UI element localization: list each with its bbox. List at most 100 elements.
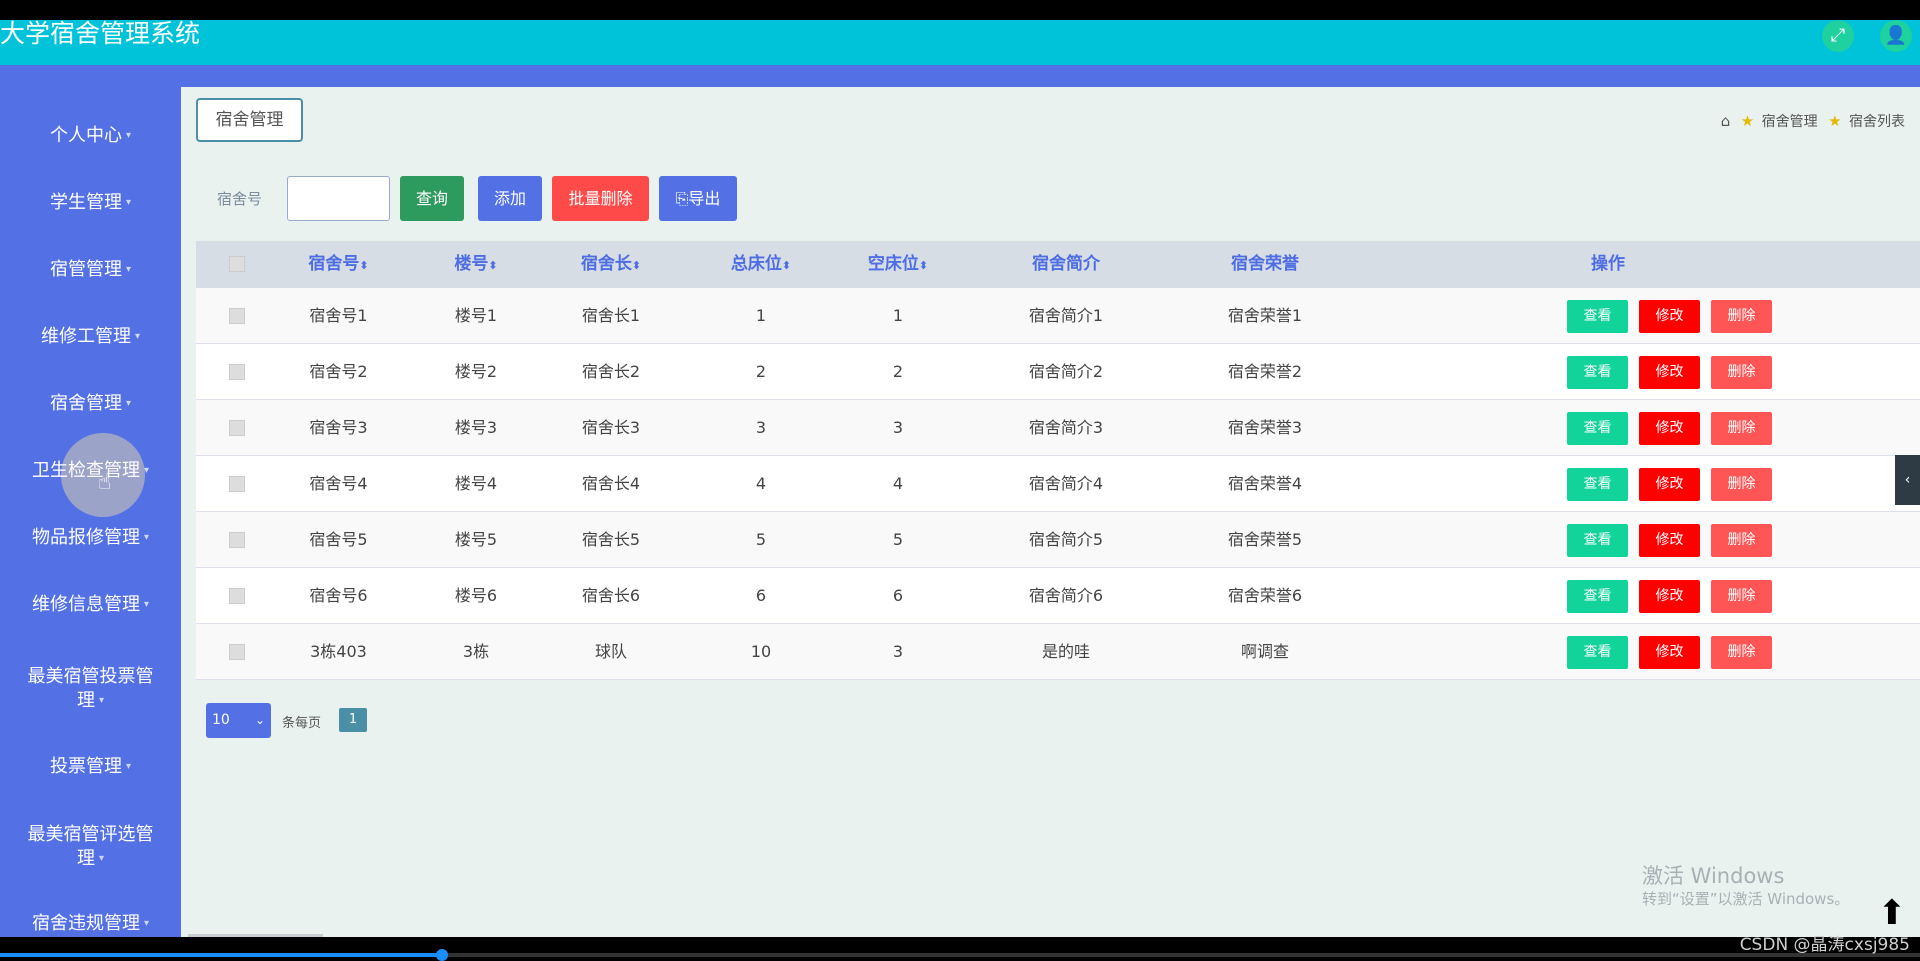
cell-total-beds: 1	[755, 306, 767, 325]
cell-leader: 宿舍长3	[581, 418, 641, 437]
column-header-total-beds[interactable]: 总床位⬍	[711, 241, 811, 288]
edit-button[interactable]: 修改	[1639, 412, 1700, 445]
export-button[interactable]: ⎘导出	[659, 176, 737, 221]
user-icon[interactable]: 👤	[1880, 20, 1912, 52]
edit-button[interactable]: 修改	[1639, 636, 1700, 669]
chevron-left-icon[interactable]: ‹	[1895, 455, 1920, 505]
chevron-down-icon: ▾	[125, 398, 132, 409]
column-header-building[interactable]: 楼号⬍	[436, 241, 516, 288]
view-button[interactable]: 查看	[1567, 580, 1628, 613]
edit-button[interactable]: 修改	[1639, 524, 1700, 557]
row-checkbox[interactable]	[229, 532, 245, 548]
sidebar-item-label: 宿舍管理	[49, 393, 122, 414]
cell-no: 3栋403	[310, 642, 367, 661]
cell-total-beds: 6	[755, 586, 767, 605]
row-checkbox[interactable]	[229, 308, 245, 324]
cell-building: 楼号5	[454, 530, 498, 549]
delete-button[interactable]: 删除	[1711, 356, 1772, 389]
row-checkbox[interactable]	[229, 588, 245, 604]
back-to-top-icon[interactable]: ⬆	[1872, 892, 1912, 934]
edit-button[interactable]: 修改	[1639, 356, 1700, 389]
app-title: 大学宿舍管理系统	[0, 19, 201, 48]
sidebar-item-item-repair-management[interactable]: 物品报修管理 ▾	[0, 526, 181, 550]
sidebar-item-dorm-management[interactable]: 宿舍管理 ▾	[0, 392, 181, 416]
view-button[interactable]: 查看	[1567, 356, 1628, 389]
row-checkbox[interactable]	[229, 364, 245, 380]
chevron-down-icon: ⌄	[254, 713, 265, 727]
column-header-honor: 宿舍荣誉	[1231, 254, 1299, 274]
sidebar-item-label: 维修信息管理	[31, 594, 140, 615]
sidebar-item-repairman-management[interactable]: 维修工管理 ▾	[0, 325, 181, 349]
column-header-label: 宿舍号	[308, 254, 360, 274]
sidebar-item-dorm-violation-management[interactable]: 宿舍违规管理 ▾	[0, 912, 181, 936]
column-header-label: 楼号	[454, 254, 489, 274]
query-button[interactable]: 查询	[400, 176, 464, 221]
view-button[interactable]: 查看	[1567, 412, 1628, 445]
delete-button[interactable]: 删除	[1711, 412, 1772, 445]
cell-no: 宿舍号5	[309, 530, 368, 549]
view-button[interactable]: 查看	[1567, 636, 1628, 669]
sidebar-item-vote-management[interactable]: 投票管理 ▾	[0, 755, 181, 779]
page-tag[interactable]: 宿舍管理	[196, 98, 303, 142]
batch-delete-button[interactable]: 批量删除	[552, 176, 649, 221]
search-label: 宿舍号	[217, 190, 263, 208]
row-checkbox[interactable]	[229, 420, 245, 436]
cell-building: 3栋	[462, 642, 490, 661]
delete-button[interactable]: 删除	[1711, 636, 1772, 669]
view-button[interactable]: 查看	[1567, 300, 1628, 333]
column-header-empty-beds[interactable]: 空床位⬍	[848, 241, 948, 288]
view-button[interactable]: 查看	[1567, 468, 1628, 501]
sidebar-item-label: 投票管理	[49, 756, 122, 777]
cell-intro: 是的哇	[1041, 642, 1090, 661]
page-size-select[interactable]: 10 ⌄	[206, 703, 271, 738]
sidebar-item-personal-center[interactable]: 个人中心 ▾	[0, 124, 181, 148]
star-icon: ★	[1828, 112, 1842, 130]
table-header: 宿舍号⬍ 楼号⬍ 宿舍长⬍ 总床位⬍ 空床位⬍ 宿舍简介 宿舍荣誉 操作	[196, 241, 1920, 288]
cell-leader: 球队	[594, 642, 627, 661]
sidebar-item-label: 最美宿管投票管	[27, 666, 154, 687]
cell-honor: 啊调查	[1240, 642, 1289, 661]
select-all-checkbox[interactable]	[229, 256, 245, 272]
breadcrumb-item[interactable]: 宿舍管理	[1762, 114, 1818, 130]
row-checkbox[interactable]	[229, 644, 245, 660]
sidebar-item-label-line2: 理	[76, 848, 95, 869]
sidebar-item-student-management[interactable]: 学生管理 ▾	[0, 191, 181, 215]
sidebar-item-best-keeper-selection-management[interactable]: 最美宿管评选管理 ▾	[0, 823, 181, 871]
sidebar-item-hygiene-check-management[interactable]: 卫生检查管理 ▾	[0, 459, 181, 483]
cell-building: 楼号6	[454, 586, 498, 605]
delete-button[interactable]: 删除	[1711, 524, 1772, 557]
column-header-leader[interactable]: 宿舍长⬍	[561, 241, 661, 288]
sidebar-item-dorm-keeper-management[interactable]: 宿管管理 ▾	[0, 258, 181, 282]
edit-button[interactable]: 修改	[1639, 580, 1700, 613]
per-page-label: 条每页	[282, 716, 322, 731]
row-checkbox[interactable]	[229, 476, 245, 492]
video-progress-knob[interactable]	[435, 949, 448, 961]
page-number-button[interactable]: 1	[339, 708, 367, 732]
cell-leader: 宿舍长6	[581, 586, 641, 605]
home-icon[interactable]: ⌂	[1721, 112, 1731, 130]
delete-button[interactable]: 删除	[1711, 580, 1772, 613]
table-row: 宿舍号3 楼号3 宿舍长3 3 3 宿舍简介3 宿舍荣誉3 查看 修改 删除	[196, 400, 1920, 456]
edit-button[interactable]: 修改	[1639, 468, 1700, 501]
sidebar-item-repair-info-management[interactable]: 维修信息管理 ▾	[0, 593, 181, 617]
edit-button[interactable]: 修改	[1639, 300, 1700, 333]
column-header-dorm-no[interactable]: 宿舍号⬍	[286, 241, 391, 288]
dorm-number-input[interactable]	[287, 176, 390, 221]
cell-empty-beds: 5	[892, 530, 904, 549]
chevron-down-icon: ▾	[98, 695, 105, 706]
chevron-down-icon: ▾	[143, 918, 150, 929]
sidebar-item-label: 宿管管理	[49, 259, 122, 280]
sidebar-item-best-keeper-vote-management[interactable]: 最美宿管投票管理 ▾	[0, 665, 181, 713]
delete-button[interactable]: 删除	[1711, 300, 1772, 333]
windows-activation-title: 激活 Windows	[1642, 864, 1785, 888]
table-row: 宿舍号1 楼号1 宿舍长1 1 1 宿舍简介1 宿舍荣誉1 查看 修改 删除	[196, 288, 1920, 344]
cell-no: 宿舍号2	[309, 362, 368, 381]
sort-icon: ⬍	[631, 259, 642, 272]
expand-icon[interactable]: ⤢	[1822, 20, 1854, 52]
view-button[interactable]: 查看	[1567, 524, 1628, 557]
sidebar-item-label: 卫生检查管理	[31, 460, 140, 481]
chevron-down-icon: ▾	[125, 761, 132, 772]
cell-total-beds: 5	[755, 530, 767, 549]
delete-button[interactable]: 删除	[1711, 468, 1772, 501]
add-button[interactable]: 添加	[478, 176, 542, 221]
